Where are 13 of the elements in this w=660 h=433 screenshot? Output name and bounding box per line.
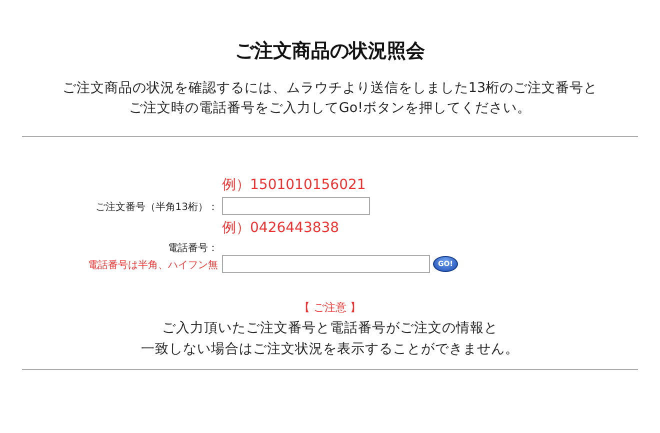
page-title: ご注文商品の状況照会 (235, 39, 425, 64)
intro-text: ご注文時の電話番号をご入力してGo!ボタンを押してください。 (128, 99, 532, 118)
field-label: 電話番号： (168, 242, 218, 256)
field-hint: 電話番号は半角、ハイフン無 (88, 258, 218, 273)
intro-text: ご注文商品の状況を確認するには、ムラウチより送信をしました13桁のご注文番号と (62, 79, 598, 98)
input-field[interactable] (222, 197, 370, 215)
example-text: 例）1501010156021 (222, 176, 366, 194)
notice-text: ご入力頂いたご注文番号と電話番号がご注文の情報と (162, 319, 498, 338)
notice-text: 一致しない場合はご注文状況を表示することができません。 (141, 340, 519, 359)
input-field[interactable] (222, 255, 430, 273)
field-label: ご注文番号（半角13桁）： (95, 200, 218, 215)
notice-heading: 【 ご注意 】 (299, 300, 361, 316)
example-text: 例）0426443838 (222, 219, 340, 237)
